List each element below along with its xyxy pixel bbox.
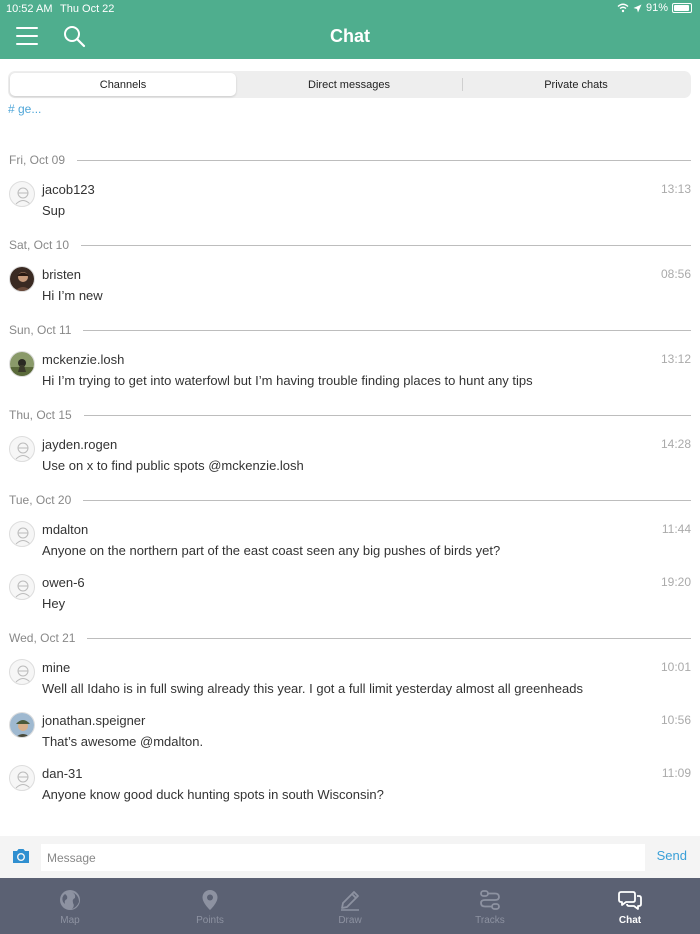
tabbar-item-tracks[interactable]: Tracks — [420, 878, 560, 934]
tabbar-label: Map — [60, 915, 80, 926]
tabbar-item-draw[interactable]: Draw — [280, 878, 420, 934]
avatar-default-icon[interactable] — [9, 574, 35, 600]
message-item: jonathan.speigner 10:56 That’s awesome @… — [0, 709, 700, 759]
message-item: owen-6 19:20 Hey — [0, 571, 700, 621]
title-row: Chat — [0, 18, 700, 59]
avatar-photo-icon[interactable] — [9, 712, 35, 738]
route-icon — [480, 890, 500, 910]
tab-direct-messages[interactable]: Direct messages — [236, 73, 462, 96]
date-label: Tue, Oct 20 — [9, 493, 72, 507]
tabbar-label: Points — [196, 915, 224, 926]
message-item: mdalton 11:44 Anyone on the northern par… — [0, 518, 700, 568]
message-item: jayden.rogen 14:28 Use on x to find publ… — [0, 433, 700, 483]
message-time: 11:09 — [661, 766, 691, 780]
avatar-photo-icon[interactable] — [9, 351, 35, 377]
battery-percent: 91% — [645, 2, 668, 14]
camera-icon[interactable] — [11, 847, 31, 865]
message-username[interactable]: jacob123 — [42, 182, 95, 197]
message-text: Hi I’m new — [42, 288, 103, 303]
message-text: Well all Idaho is in full swing already … — [42, 681, 583, 696]
date-label: Sun, Oct 11 — [9, 323, 72, 337]
message-time: 14:28 — [660, 437, 691, 451]
battery-icon — [672, 3, 692, 13]
tabbar-label: Chat — [618, 915, 642, 926]
message-time: 10:01 — [660, 660, 691, 674]
avatar-photo-icon[interactable] — [9, 266, 35, 292]
map-pin-icon — [202, 890, 218, 910]
message-item: mine 10:01 Well all Idaho is in full swi… — [0, 656, 700, 706]
message-input[interactable] — [41, 844, 645, 871]
chat-bubbles-icon — [618, 891, 642, 910]
globe-icon — [60, 890, 80, 910]
message-item: bristen 08:56 Hi I’m new — [0, 263, 700, 313]
date-separator: Sat, Oct 10 — [9, 235, 691, 255]
location-arrow-icon — [633, 4, 642, 12]
bottom-tab-bar: Map Points Draw Tracks Chat — [0, 878, 700, 934]
date-label: Wed, Oct 21 — [9, 631, 76, 645]
date-label: Fri, Oct 09 — [9, 153, 66, 167]
tabbar-item-points[interactable]: Points — [140, 878, 280, 934]
channel-link[interactable]: # ge... — [8, 102, 41, 116]
date-separator: Wed, Oct 21 — [9, 628, 691, 648]
avatar-default-icon[interactable] — [9, 181, 35, 207]
date-separator: Sun, Oct 11 — [9, 320, 691, 340]
segmented-control: Channels Direct messages Private chats — [8, 71, 691, 98]
message-username[interactable]: bristen — [42, 267, 81, 282]
tabbar-label: Draw — [338, 915, 362, 926]
pencil-icon — [341, 891, 359, 911]
message-username[interactable]: jayden.rogen — [42, 437, 117, 452]
page-title: Chat — [330, 26, 370, 46]
send-button[interactable]: Send — [657, 848, 687, 863]
header: 10:52 AM Thu Oct 22 91% Chat — [0, 0, 700, 59]
date-label: Sat, Oct 10 — [9, 238, 70, 252]
message-item: dan-31 11:09 Anyone know good duck hunti… — [0, 762, 700, 812]
tab-channels[interactable]: Channels — [10, 73, 236, 96]
message-username[interactable]: mckenzie.losh — [42, 352, 124, 367]
status-time: 10:52 AM — [6, 3, 53, 15]
message-text: Use on x to find public spots @mckenzie.… — [42, 458, 304, 473]
message-username[interactable]: dan-31 — [42, 766, 82, 781]
status-date: Thu Oct 22 — [60, 3, 115, 15]
message-text: Hey — [42, 596, 66, 611]
message-item: jacob123 13:13 Sup — [0, 178, 700, 228]
chat-screen: 10:52 AM Thu Oct 22 91% Chat Channels Di… — [0, 0, 700, 934]
message-username[interactable]: mine — [42, 660, 70, 675]
date-separator: Thu, Oct 15 — [9, 405, 691, 425]
date-separator: Fri, Oct 09 — [9, 150, 691, 170]
message-item: mckenzie.losh 13:12 Hi I’m trying to get… — [0, 348, 700, 398]
message-time: 08:56 — [660, 267, 691, 281]
message-composer: Send — [0, 836, 700, 878]
tabbar-item-map[interactable]: Map — [0, 878, 140, 934]
message-time: 11:44 — [661, 522, 691, 536]
message-time: 13:13 — [660, 182, 691, 196]
message-username[interactable]: jonathan.speigner — [42, 713, 145, 728]
avatar-default-icon[interactable] — [9, 436, 35, 462]
message-text: That’s awesome @mdalton. — [42, 734, 204, 749]
date-label: Thu, Oct 15 — [9, 408, 72, 422]
message-time: 13:12 — [660, 352, 691, 366]
status-bar: 10:52 AM Thu Oct 22 91% — [0, 0, 700, 18]
message-text: Sup — [42, 203, 66, 218]
avatar-default-icon[interactable] — [9, 659, 35, 685]
avatar-default-icon[interactable] — [9, 765, 35, 791]
message-time: 19:20 — [660, 575, 691, 589]
date-separator: Tue, Oct 20 — [9, 490, 691, 510]
message-username[interactable]: mdalton — [42, 522, 88, 537]
tabbar-item-chat[interactable]: Chat — [560, 878, 700, 934]
message-text: Hi I’m trying to get into waterfowl but … — [42, 373, 533, 388]
message-text: Anyone know good duck hunting spots in s… — [42, 787, 384, 802]
status-indicators: 91% — [617, 2, 692, 14]
tab-private-chats[interactable]: Private chats — [463, 73, 689, 96]
message-username[interactable]: owen-6 — [42, 575, 85, 590]
tabbar-label: Tracks — [475, 915, 505, 926]
message-time: 10:56 — [660, 713, 691, 727]
avatar-default-icon[interactable] — [9, 521, 35, 547]
message-list[interactable]: # ge... Fri, Oct 09 jacob123 13:13 Sup S… — [0, 100, 700, 836]
wifi-icon — [617, 3, 629, 13]
message-text: Anyone on the northern part of the east … — [42, 543, 501, 558]
